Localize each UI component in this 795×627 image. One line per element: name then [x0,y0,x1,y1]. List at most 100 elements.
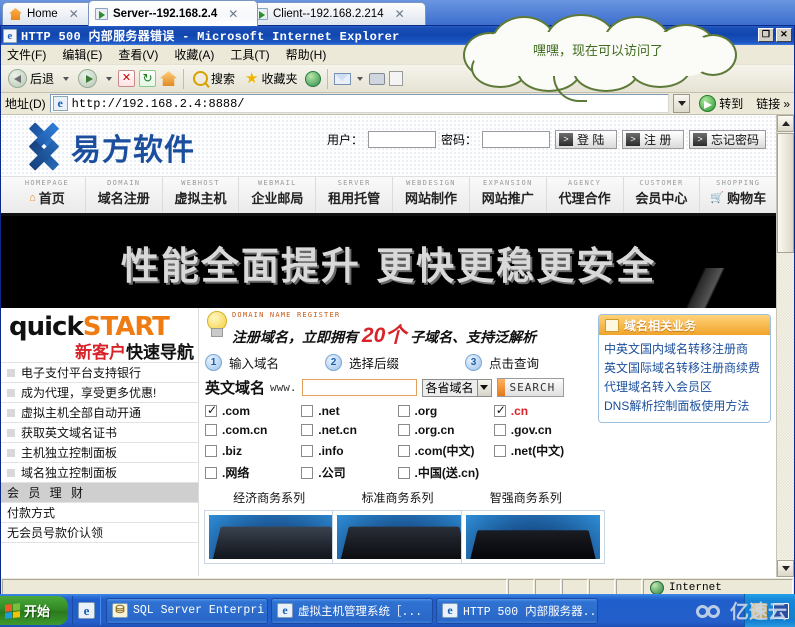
tld-option-cn[interactable]: .cn [493,403,590,418]
nav-item-domain[interactable]: DOMAIN 域名注册 [86,177,163,213]
back-dropdown-icon[interactable] [63,76,70,81]
tld-option-com[interactable]: .com [205,403,301,418]
tld-option-biz[interactable]: .biz [205,442,301,459]
start-button[interactable]: 开始 [0,596,68,625]
checkbox-icon[interactable] [397,466,410,479]
password-input[interactable] [482,131,551,148]
checkbox-icon[interactable] [301,405,314,417]
menu-edit[interactable]: 编辑(E) [62,46,102,63]
close-button[interactable]: ✕ [776,28,792,42]
checkbox-icon[interactable] [205,444,217,457]
tab-close-icon[interactable]: ✕ [69,7,79,21]
login-button[interactable]: > 登 陆 [555,130,618,149]
history-icon[interactable] [304,70,321,87]
service-link[interactable]: 英文国际域名转移注册商续费 [604,359,766,378]
checkbox-icon[interactable] [205,403,217,417]
tab-close-icon[interactable]: ✕ [228,7,238,21]
nav-item-shopping[interactable]: SHOPPING 🛒 购物车 [700,177,776,213]
forward-dropdown-icon[interactable] [106,76,113,81]
tab-close-icon[interactable]: ✕ [395,7,405,21]
list-item[interactable]: 获取英文域名证书 [1,423,198,443]
ie-icon[interactable] [78,602,95,619]
edit-icon[interactable] [388,71,403,86]
taskbar-item-host-mgmt[interactable]: 虚拟主机管理系统［... [271,597,433,624]
register-button[interactable]: > 注 册 [622,130,685,149]
list-item[interactable]: 无会员号款价认领 [1,523,198,543]
search-button[interactable]: 搜索 [190,69,238,88]
page-vertical-scrollbar[interactable] [776,115,794,577]
scrollbar-track[interactable] [777,253,794,559]
checkbox-icon[interactable] [397,405,410,417]
print-icon[interactable] [368,72,385,85]
tld-option-net-chinese[interactable]: .net(中文) [493,442,590,459]
nav-item-webmail[interactable]: WEBMAIL 企业邮局 [239,177,317,213]
address-dropdown-button[interactable] [673,94,691,113]
list-item[interactable]: 域名独立控制面板 [1,463,198,483]
links-button[interactable]: 链接 » [752,95,794,112]
nav-item-agency[interactable]: AGENCY 代理合作 [547,177,624,213]
nav-item-customer[interactable]: CUSTOMER 会员中心 [624,177,701,213]
tld-option-wangluo[interactable]: .网络 [205,464,301,481]
tld-option-org-cn[interactable]: .org.cn [397,423,494,437]
checkbox-icon[interactable] [397,424,410,436]
menu-file[interactable]: 文件(F) [7,46,46,63]
nav-item-homepage[interactable]: HOMEPAGE ⌂ 首页 [9,177,86,213]
tld-option-net[interactable]: .net [301,404,397,418]
nav-item-webdesign[interactable]: WEBDESIGN 网站制作 [393,177,470,213]
list-item[interactable]: 成为代理，享受更多优惠! [1,383,198,403]
menu-tools[interactable]: 工具(T) [230,46,269,63]
back-button[interactable]: 后退 [5,68,57,89]
product-card-economy[interactable]: 经济商务系列 [205,489,347,563]
taskbar-item-sql-server[interactable]: SQL Server Enterpri... [106,597,268,624]
checkbox-icon[interactable] [397,444,410,457]
tld-option-zhongguo[interactable]: .中国(送.cn) [397,464,494,481]
checkbox-icon[interactable] [493,424,506,436]
mail-icon[interactable] [333,72,351,85]
checkbox-icon[interactable] [301,424,314,436]
checkbox-icon[interactable] [205,424,217,436]
domain-name-input[interactable] [301,379,417,396]
home-icon[interactable] [160,71,178,86]
tld-option-org[interactable]: .org [397,404,494,418]
service-link[interactable]: DNS解析控制面板使用方法 [604,397,766,416]
menu-view[interactable]: 查看(V) [118,46,158,63]
checkbox-icon[interactable] [301,466,314,479]
menu-help[interactable]: 帮助(H) [286,46,327,63]
service-link[interactable]: 代理域名转入会员区 [604,378,766,397]
forgot-password-button[interactable]: > 忘记密码 [689,130,767,149]
go-button[interactable]: 转到 [694,95,748,112]
list-item[interactable]: 电子支付平台支持银行 [1,363,198,383]
tld-option-info[interactable]: .info [301,442,397,459]
username-input[interactable] [368,131,437,148]
nav-item-expansion[interactable]: EXPANSION 网站推广 [470,177,547,213]
stop-icon[interactable] [118,70,136,87]
tab-home[interactable]: Home ✕ [2,2,100,25]
list-item[interactable]: 虚拟主机全部自动开通 [1,403,198,423]
forward-button[interactable] [75,68,100,89]
promo-banner[interactable]: 性能全面提升 更快更稳更安全 [1,216,777,308]
checkbox-icon[interactable] [301,444,314,457]
checkbox-icon[interactable] [205,466,217,479]
checkbox-icon[interactable] [493,444,506,457]
tab-client[interactable]: Client--192.168.2.214 ✕ [248,2,426,25]
favorites-button[interactable]: ★ 收藏夹 [242,69,300,88]
scroll-down-button[interactable] [777,560,794,577]
product-card-standard[interactable]: 标准商务系列 [333,489,476,563]
province-domain-select[interactable]: 各省域名 [421,378,492,397]
tld-option-gongsi[interactable]: .公司 [301,464,397,481]
nav-item-server[interactable]: SERVER 租用托管 [316,177,394,213]
domain-search-button[interactable]: SEARCH [496,378,565,397]
tld-option-com-cn[interactable]: .com.cn [205,423,301,437]
product-card-premium[interactable]: 智强商务系列 [461,489,604,563]
tab-server[interactable]: Server--192.168.2.4 ✕ [88,0,258,26]
nav-item-webhost[interactable]: WEBHOST 虚拟主机 [163,177,240,213]
tld-option-net-cn[interactable]: .net.cn [301,423,397,437]
menu-favorites[interactable]: 收藏(A) [174,46,214,63]
list-item[interactable]: 主机独立控制面板 [1,443,198,463]
tld-option-gov-cn[interactable]: .gov.cn [493,423,590,437]
mail-dropdown-icon[interactable] [356,76,363,81]
refresh-icon[interactable] [139,70,157,87]
tld-option-com-chinese[interactable]: .com(中文) [397,442,494,459]
checkbox-icon[interactable] [493,403,506,417]
site-logo[interactable]: 易方软件 [23,122,195,171]
